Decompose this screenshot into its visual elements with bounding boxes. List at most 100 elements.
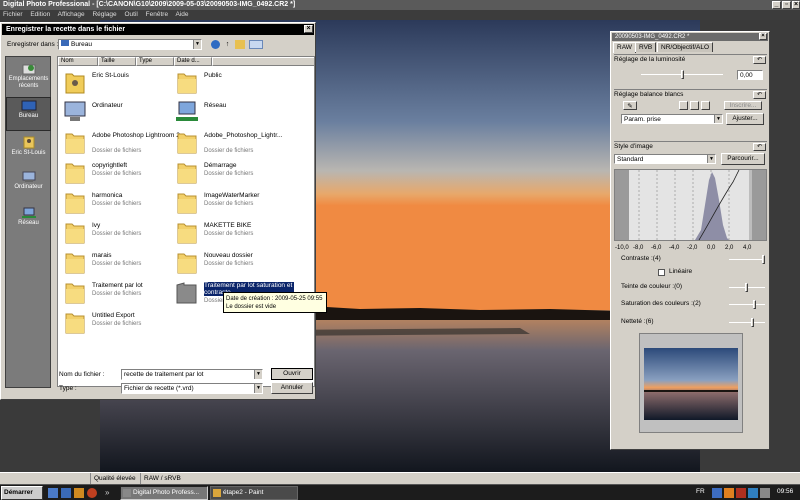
brightness-input[interactable]: 0,00 [737,70,763,80]
saturation-thumb[interactable] [753,300,756,309]
style-dropdown-icon[interactable]: ▼ [707,155,715,163]
file-item[interactable]: Ordinateur [62,99,182,129]
file-item[interactable]: Nouveau dossier Dossier de fichiers [174,249,294,279]
menu-aide[interactable]: Aide [176,11,189,18]
close-app-button[interactable]: × [792,1,800,9]
navigator-thumbnail[interactable] [639,333,743,433]
cancel-button[interactable]: Annuler [271,382,313,394]
minimize-button[interactable]: _ [772,1,781,9]
tray-security-icon[interactable] [736,488,746,498]
file-item[interactable]: Traitement par lot Dossier de fichiers [62,279,182,309]
menu-bar: Fichier Edition Affichage Réglage Outil … [0,10,800,20]
place-computer[interactable]: Ordinateur [6,169,51,203]
column-date[interactable]: Date d... [174,57,212,66]
filename-input[interactable]: recette de traitement par lot ▼ [121,369,263,380]
file-item[interactable]: Adobe_Photoshop_Lightr... Dossier de fich… [174,129,294,159]
place-recent[interactable]: Emplacements récents [6,61,51,95]
dialog-close-button[interactable]: × [304,25,313,33]
contrast-slider[interactable] [729,255,765,264]
taskbar-paint[interactable]: étape2 - Paint [210,486,298,500]
open-button[interactable]: Ouvrir [271,368,313,380]
column-type[interactable]: Type [136,57,174,66]
quicklaunch-ie-icon[interactable] [61,488,71,498]
menu-affichage[interactable]: Affichage [58,11,85,18]
hue-slider[interactable] [729,283,765,292]
column-size[interactable]: Taille [98,57,136,66]
file-name: harmonica [92,192,123,199]
file-item[interactable]: Adobe Photoshop Lightroom 2 Dossier de fi… [62,129,182,159]
start-button[interactable]: Démarrer [1,486,43,500]
style-reset-button[interactable]: ↶ [753,143,766,151]
tray-bluetooth-icon[interactable] [712,488,722,498]
saturation-slider[interactable] [729,300,765,309]
language-indicator[interactable]: FR [696,488,705,495]
type-select[interactable]: Fichier de recette (*.vrd) ▼ [121,383,263,394]
menu-reglage[interactable]: Réglage [92,11,116,18]
back-icon[interactable] [211,40,220,49]
dialog-title-bar[interactable]: Enregistrer la recette dans le fichier [2,24,314,35]
file-item[interactable]: Untitled Export Dossier de fichiers [62,309,182,339]
wb-reset-button[interactable]: ↶ [753,91,766,99]
sharpness-thumb[interactable] [751,318,754,327]
place-user[interactable]: Eric St-Louis [6,133,51,167]
menu-fichier[interactable]: Fichier [3,11,23,18]
eyedropper-button[interactable]: ✎ [623,101,637,110]
brightness-thumb[interactable] [681,70,684,79]
menu-edition[interactable]: Edition [30,11,50,18]
tray-app-icon[interactable] [724,488,734,498]
brightness-slider[interactable] [641,70,723,79]
brightness-reset-button[interactable]: ↶ [753,56,766,64]
place-desktop[interactable]: Bureau [6,97,51,131]
tool-title-bar[interactable]: 20090503-IMG_0492.CR2 * [612,33,768,41]
file-item[interactable]: Réseau [174,99,294,129]
file-item[interactable]: Eric St-Louis [62,69,182,99]
style-browse-button[interactable]: Parcourir... [721,153,765,165]
tone-curve-histogram[interactable] [614,169,767,241]
restore-button[interactable]: ▫ [782,1,791,9]
save-in-combo[interactable]: Bureau ▼ [58,39,202,50]
file-item[interactable]: Ivy Dossier de fichiers [62,219,182,249]
file-item[interactable]: Démarrage Dossier de fichiers [174,159,294,189]
quicklaunch-desktop-icon[interactable] [48,488,58,498]
tool-close-button[interactable]: × [759,33,767,40]
tray-volume-icon[interactable] [760,488,770,498]
tray-network-icon[interactable] [748,488,758,498]
clock[interactable]: 09:56 [777,488,793,495]
app-title: Digital Photo Professional - [C:\CANON\G… [3,1,296,8]
taskbar-dpp[interactable]: Digital Photo Profess... [120,486,208,500]
file-item[interactable]: copyrightleft Dossier de fichiers [62,159,182,189]
chevron-down-icon[interactable]: ▼ [193,40,201,49]
up-folder-icon[interactable]: ↑ [223,40,232,49]
type-dropdown-icon[interactable]: ▼ [254,384,262,393]
quicklaunch-folder-icon[interactable] [74,488,84,498]
place-network[interactable]: Réseau [6,205,51,239]
file-item[interactable]: ImageWaterMarker Dossier de fichiers [174,189,294,219]
menu-outil[interactable]: Outil [124,11,137,18]
tab-rvb[interactable]: RVB [635,42,657,52]
file-item[interactable]: Public [174,69,294,99]
contrast-label: Contraste :(4) [621,255,661,262]
file-list[interactable]: Nom Taille Type Date d... Eric St-Louis P… [57,56,315,387]
tab-nr[interactable]: NR/Objectif/ALO [657,42,714,52]
hue-thumb[interactable] [745,283,748,292]
menu-fenetre[interactable]: Fenêtre [146,11,168,18]
user-folder-icon [65,73,85,94]
tab-raw[interactable]: RAW [613,42,636,53]
wb-dropdown-icon[interactable]: ▼ [714,115,722,123]
file-item[interactable]: harmonica Dossier de fichiers [62,189,182,219]
file-item[interactable]: marais Dossier de fichiers [62,249,182,279]
file-item[interactable]: MAKETTE BIKE Dossier de fichiers [174,219,294,249]
view-menu-icon[interactable] [249,40,263,49]
wb-adjust-button[interactable]: Ajuster... [726,113,764,125]
quicklaunch-more-icon[interactable]: » [105,488,115,498]
contrast-thumb[interactable] [762,255,765,264]
wb-select[interactable]: Param. prise ▼ [621,114,723,124]
linear-checkbox[interactable] [658,269,665,276]
new-folder-icon[interactable] [235,40,245,49]
style-select[interactable]: Standard ▼ [614,154,716,164]
folder-gray-icon [176,282,197,304]
column-name[interactable]: Nom [58,57,98,66]
filename-dropdown-icon[interactable]: ▼ [254,370,262,379]
sharpness-slider[interactable] [729,318,765,327]
quicklaunch-firefox-icon[interactable] [87,488,97,498]
